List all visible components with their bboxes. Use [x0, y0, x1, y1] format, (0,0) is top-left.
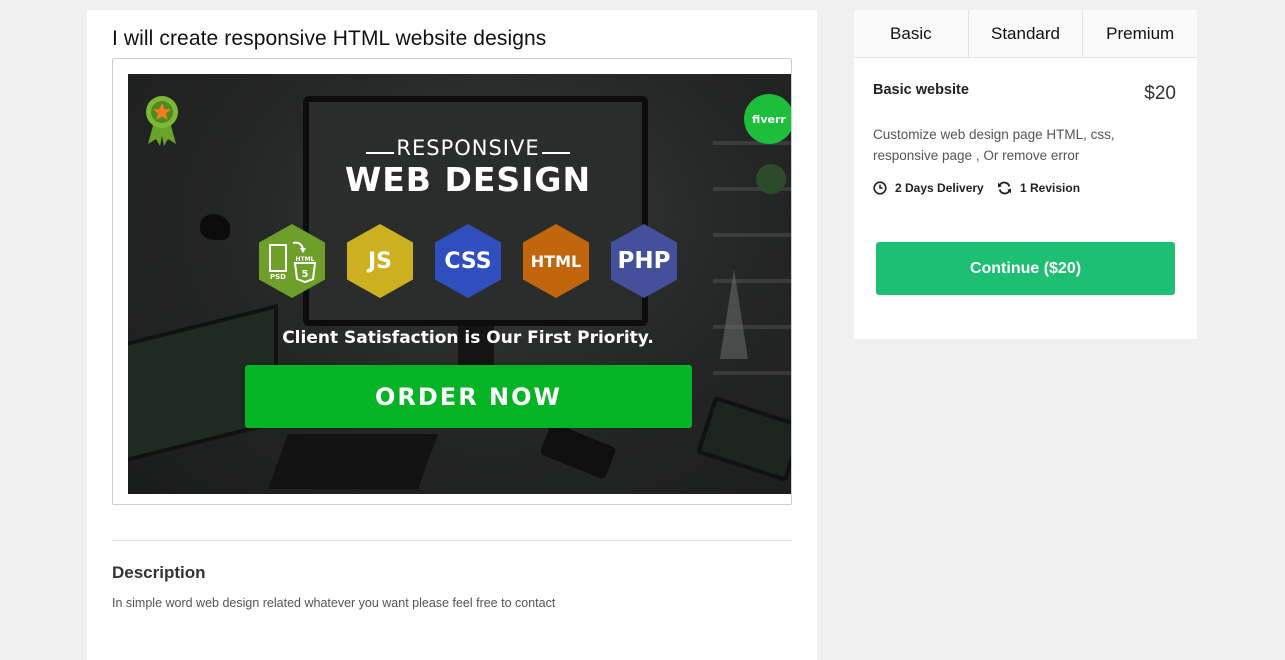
gig-banner-image[interactable]: fiverr RESPONSIVE WEB DESIGN PSD HTML 5 … — [128, 74, 791, 494]
gig-gallery[interactable]: fiverr RESPONSIVE WEB DESIGN PSD HTML 5 … — [112, 58, 792, 505]
delivery-label: 2 Days Delivery — [895, 181, 984, 195]
badge-icon — [146, 96, 178, 146]
tab-standard[interactable]: Standard — [968, 10, 1084, 57]
order-now-button[interactable]: ORDER NOW — [245, 365, 692, 428]
package-name: Basic website — [873, 82, 969, 98]
pricing-card: Basic Standard Premium Basic website $20… — [854, 10, 1198, 339]
revision-label: 1 Revision — [1020, 181, 1081, 195]
tower-decoration — [720, 269, 748, 359]
continue-button[interactable]: Continue ($20) — [876, 242, 1175, 295]
refresh-icon — [998, 181, 1011, 195]
banner-headline-top: RESPONSIVE — [366, 136, 570, 160]
revision-info: 1 Revision — [997, 181, 1080, 195]
clock-icon — [873, 181, 887, 195]
tab-basic[interactable]: Basic — [854, 10, 969, 57]
tab-premium[interactable]: Premium — [1083, 10, 1198, 57]
banner-tagline: Client Satisfaction is Our First Priorit… — [282, 328, 654, 348]
package-price: $20 — [1144, 83, 1176, 104]
package-tabs: Basic Standard Premium — [854, 10, 1198, 58]
description-title: Description — [112, 563, 206, 582]
tablet-decoration — [696, 395, 791, 483]
delivery-info: 2 Days Delivery — [873, 181, 984, 195]
phone-decoration — [539, 422, 617, 480]
gig-main-card: I will create responsive HTML website de… — [87, 10, 817, 660]
svg-text:5: 5 — [302, 269, 309, 280]
psd-html-icon: PSD HTML 5 — [269, 241, 317, 283]
section-divider — [112, 540, 792, 541]
banner-headline-main: WEB DESIGN — [338, 160, 598, 199]
fiverr-logo: fiverr — [744, 94, 791, 144]
description-text: In simple word web design related whatev… — [112, 596, 556, 610]
html-label: HTML — [296, 256, 315, 263]
keyboard-decoration — [267, 434, 439, 489]
bird-decoration — [200, 214, 230, 240]
plant-decoration — [756, 164, 786, 194]
gig-title: I will create responsive HTML website de… — [112, 27, 547, 50]
package-description: Customize web design page HTML, css, res… — [873, 127, 1115, 163]
psd-label: PSD — [270, 273, 286, 281]
